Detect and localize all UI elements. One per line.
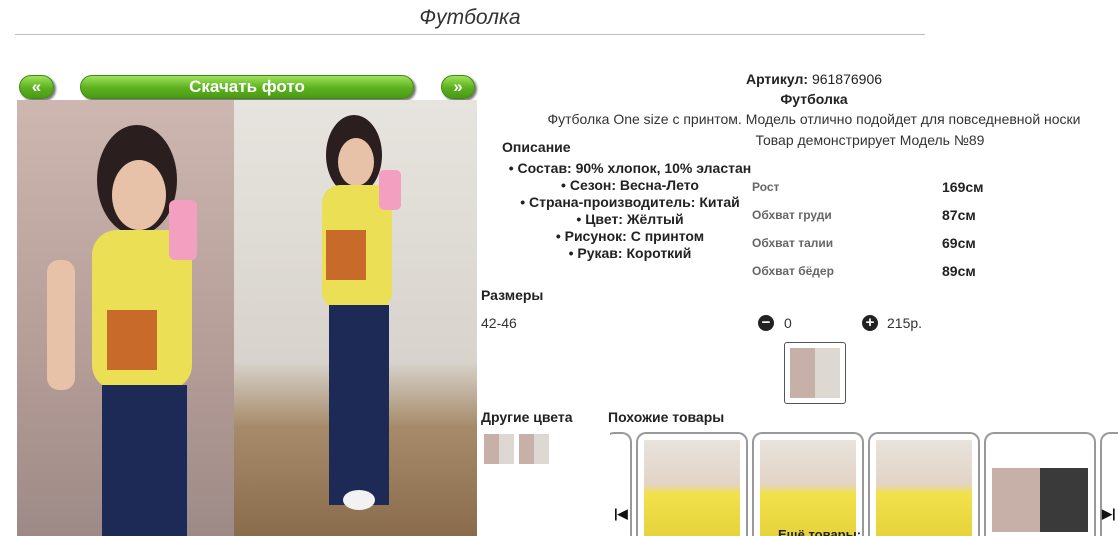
description-item: Сезон: Весна-Лето [500, 177, 760, 194]
download-photo-button[interactable]: Скачать фото [80, 75, 414, 99]
carousel-next-icon[interactable]: ▶| [1102, 506, 1116, 522]
prev-photo-button[interactable]: « [19, 75, 54, 99]
carousel-card[interactable] [752, 432, 864, 536]
plus-circle-icon[interactable]: + [862, 315, 878, 331]
page-title: Футболка [419, 6, 521, 29]
description-item: Рисунок: С принтом [500, 228, 760, 245]
photo-left-half [17, 100, 234, 536]
carousel-prev-icon[interactable]: |◀ [614, 506, 628, 522]
size-value: 42-46 [481, 315, 517, 331]
product-summary: Футболка One size с принтом. Модель отли… [547, 111, 1081, 127]
measurement-value: 169см [942, 179, 984, 195]
measurement-label: Обхват груди [752, 208, 832, 222]
product-image [644, 440, 740, 536]
title-divider [15, 34, 925, 35]
product-photo[interactable] [17, 100, 477, 536]
selected-photo-thumbnail[interactable] [784, 342, 846, 404]
color-variant-thumb[interactable] [484, 434, 514, 464]
product-image [992, 468, 1088, 532]
measurement-value: 89см [942, 263, 976, 279]
measurement-row: Обхват бёдер 89см [752, 257, 992, 285]
measurement-row: Обхват талии 69см [752, 229, 992, 257]
price-value: 215р. [887, 315, 923, 331]
carousel-card[interactable] [636, 432, 748, 536]
description-item: Рукав: Короткий [500, 245, 760, 262]
more-products-label[interactable]: Ещё товары: [778, 527, 861, 536]
measurement-label: Рост [752, 180, 780, 194]
carousel-card[interactable] [868, 432, 980, 536]
model-measurements: Рост 169см Обхват груди 87см Обхват тали… [752, 173, 992, 285]
other-colors-title: Другие цвета [481, 409, 573, 425]
measurement-value: 87см [942, 207, 976, 223]
model-note: Товар демонстрирует Модель №89 [755, 132, 985, 148]
description-item: Состав: 90% хлопок, 10% эластан [500, 160, 760, 177]
description-item: Цвет: Жёлтый [500, 211, 760, 228]
measurement-row: Рост 169см [752, 173, 992, 201]
photo-right-half [234, 100, 477, 536]
thumbnail-image [790, 348, 840, 398]
similar-title: Похожие товары [608, 409, 725, 425]
measurement-row: Обхват груди 87см [752, 201, 992, 229]
measurement-value: 69см [942, 235, 976, 251]
article-label: Артикул: [745, 71, 809, 87]
quantity-value: 0 [784, 315, 792, 331]
measurement-label: Обхват талии [752, 236, 834, 250]
similar-carousel: |◀ ▶| [610, 432, 1118, 536]
description-item: Страна-производитель: Китай [500, 194, 760, 211]
article-line: Артикул: 961876906 [540, 71, 1088, 87]
sizes-title: Размеры [481, 287, 544, 303]
minus-circle-icon[interactable]: − [758, 315, 774, 331]
article-value: 961876906 [811, 71, 883, 87]
product-name: Футболка [780, 91, 848, 107]
measurement-label: Обхват бёдер [752, 264, 834, 278]
color-variant-thumb[interactable] [519, 434, 549, 464]
carousel-card[interactable] [984, 432, 1096, 536]
product-image [760, 440, 856, 536]
product-image [876, 440, 972, 536]
description-title: Описание [502, 139, 571, 155]
next-photo-button[interactable]: » [441, 75, 475, 99]
model-silhouette-left [47, 125, 197, 536]
model-silhouette-right [322, 115, 401, 510]
description-list: Состав: 90% хлопок, 10% эластан Сезон: В… [500, 160, 760, 262]
